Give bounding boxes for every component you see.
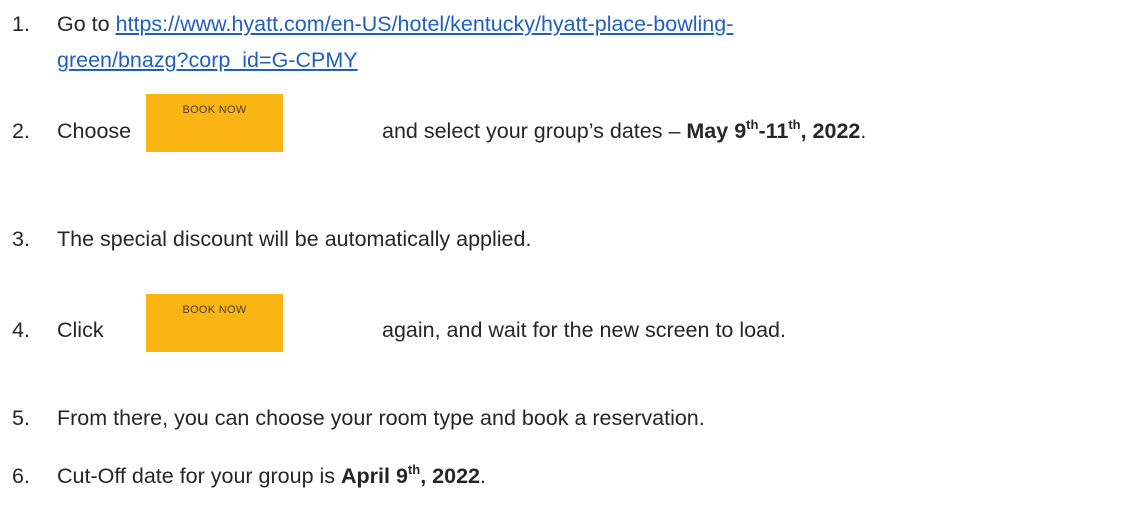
dates-sup-2: th	[788, 117, 801, 132]
step-number: 2.	[12, 119, 30, 143]
dates-part-3: , 2022	[800, 119, 861, 143]
dates-part-2: -11	[758, 119, 789, 143]
step-number: 3.	[12, 227, 30, 251]
step-number: 4.	[12, 318, 30, 342]
step-number: 5.	[12, 406, 30, 430]
step-prefix: Go to	[57, 12, 116, 36]
book-now-button[interactable]: BOOK NOW	[146, 294, 283, 352]
cutoff-end: .	[479, 464, 486, 488]
dates-sup-1: th	[746, 117, 759, 132]
cutoff-date-bold: April 9th, 2022	[341, 462, 480, 488]
dates-end: .	[860, 119, 867, 143]
dates-part-1: May 9	[686, 119, 747, 143]
dates-bold: May 9th-11th, 2022	[686, 117, 861, 143]
dates-intro: and select your group’s dates –	[382, 119, 687, 143]
step-text: From there, you can choose your room typ…	[57, 406, 705, 430]
cutoff-intro: Cut-Off date for your group is	[57, 464, 342, 488]
step-text-click: Click	[57, 318, 104, 342]
step-number: 6.	[12, 464, 30, 488]
book-now-label: BOOK NOW	[182, 304, 247, 316]
step-text-again: again, and wait for the new screen to lo…	[382, 318, 786, 342]
cutoff-date-sup: th	[407, 462, 421, 477]
step-text: Cut-Off date for your group is April 9th…	[57, 462, 486, 489]
step-text: Go to https://www.hyatt.com/en-US/hotel/…	[57, 12, 733, 37]
step-number: 1.	[12, 12, 30, 36]
cutoff-date-part-1: April 9	[341, 464, 408, 488]
cutoff-date-part-2: , 2022	[420, 464, 480, 488]
step-text-choose: Choose	[57, 119, 132, 143]
step-text-continued: green/bnazg?corp_id=G-CPMY	[57, 48, 358, 73]
book-now-label: BOOK NOW	[182, 104, 247, 116]
hyatt-link-line-2[interactable]: green/bnazg?corp_id=G-CPMY	[57, 48, 358, 72]
step-text-dates: and select your group’s dates – May 9th-…	[382, 117, 867, 144]
book-now-button[interactable]: BOOK NOW	[146, 94, 283, 152]
step-text: The special discount will be automatical…	[57, 227, 532, 251]
hyatt-link-line-1[interactable]: https://www.hyatt.com/en-US/hotel/kentuc…	[116, 12, 734, 36]
